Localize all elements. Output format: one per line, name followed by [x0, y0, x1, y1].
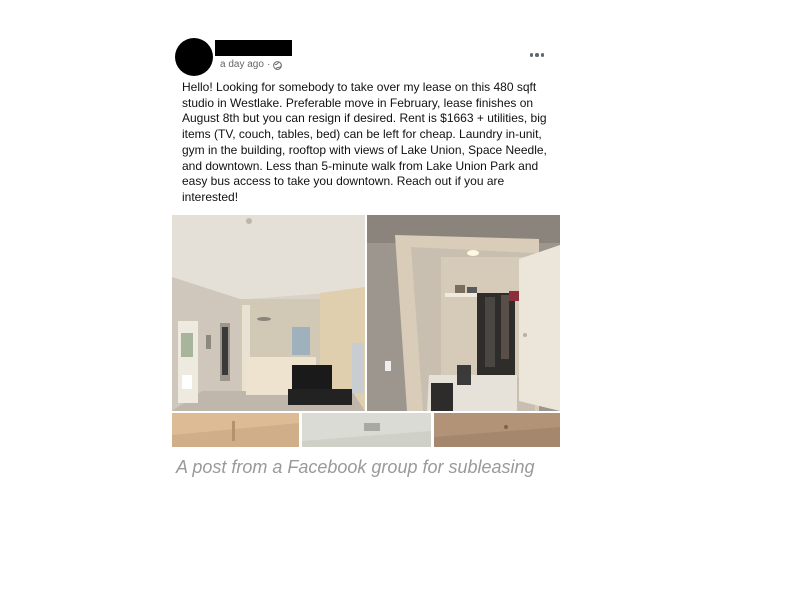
- ellipsis-icon: [540, 53, 545, 57]
- photo-walk-in-closet[interactable]: [367, 215, 560, 411]
- post-timestamp[interactable]: a day ago: [220, 59, 264, 71]
- post-meta: a day ago ·: [220, 59, 283, 71]
- photo-living-room[interactable]: [172, 215, 365, 411]
- photo-thumbnail-4[interactable]: [302, 413, 431, 447]
- meta-separator: ·: [266, 59, 271, 70]
- ellipsis-icon: [529, 53, 534, 57]
- photo-thumbnail-3[interactable]: [172, 413, 299, 447]
- author-name-redacted[interactable]: [215, 40, 292, 56]
- more-options-button[interactable]: [526, 46, 548, 64]
- ellipsis-icon: [535, 53, 539, 57]
- author-avatar-redacted[interactable]: [175, 38, 213, 76]
- facebook-post: a day ago · Hello! Looking for somebody …: [172, 30, 560, 447]
- public-globe-icon[interactable]: [273, 60, 283, 70]
- image-caption: A post from a Facebook group for subleas…: [176, 457, 535, 477]
- photo-thumbnail-5[interactable]: [434, 413, 560, 447]
- post-body-text: Hello! Looking for somebody to take over…: [182, 80, 547, 204]
